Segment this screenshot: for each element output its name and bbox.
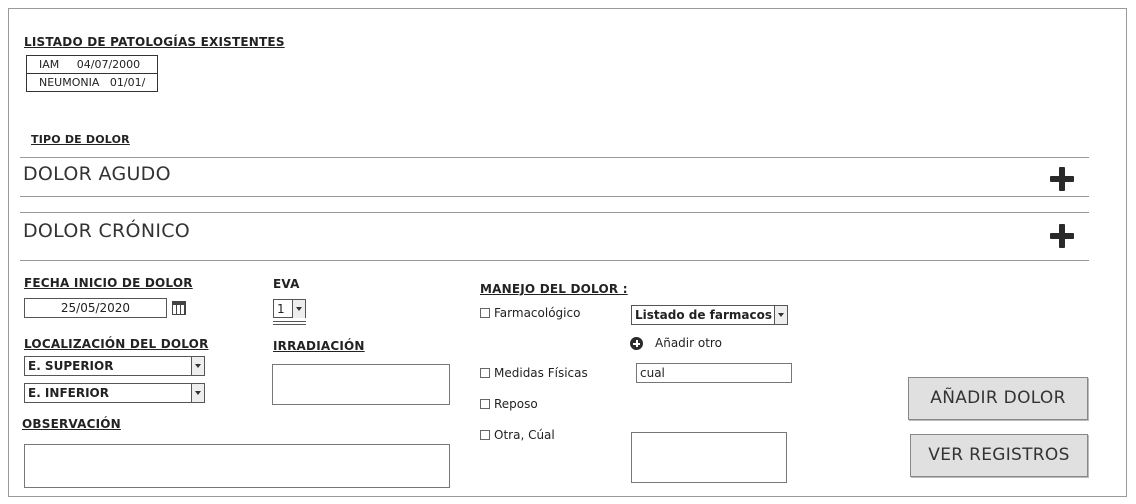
drug-list-value: Listado de farmacos — [635, 308, 772, 322]
checkbox-icon[interactable] — [480, 307, 490, 318]
observation-label: OBSERVACIÓN — [22, 417, 121, 431]
calendar-icon[interactable] — [172, 301, 186, 315]
checkbox-pharmacological[interactable]: Farmacológico — [480, 306, 580, 320]
add-pain-button[interactable]: AÑADIR DOLOR — [908, 377, 1088, 420]
start-date-field[interactable]: 25/05/2020 — [24, 298, 167, 318]
pathology-date: 04/07/2000 — [76, 58, 141, 71]
divider — [20, 157, 1089, 158]
management-label: MANEJO DEL DOLOR : — [480, 282, 628, 296]
chevron-down-icon[interactable] — [191, 357, 204, 375]
option-label: Reposo — [494, 397, 538, 411]
physical-measure-input[interactable]: cual — [636, 363, 792, 383]
pathology-name: NEUMONIA — [39, 76, 100, 89]
section-chronic-pain-label[interactable]: DOLOR CRÓNICO — [23, 220, 190, 242]
divider — [20, 260, 1089, 261]
other-textarea[interactable] — [631, 432, 787, 483]
location-value: E. INFERIOR — [28, 386, 109, 400]
pathology-name: IAM — [39, 58, 60, 71]
location-select-lower[interactable]: E. INFERIOR — [24, 383, 205, 403]
eva-underline — [273, 324, 306, 325]
observation-textarea[interactable] — [24, 444, 450, 488]
plus-icon[interactable] — [1050, 224, 1074, 248]
plus-icon[interactable] — [1050, 167, 1074, 191]
pain-type-title: TIPO DE DOLOR — [31, 133, 130, 146]
section-acute-pain-label[interactable]: DOLOR AGUDO — [23, 163, 171, 185]
location-label: LOCALIZACIÓN DEL DOLOR — [24, 337, 209, 351]
location-select-upper[interactable]: E. SUPERIOR — [24, 356, 205, 376]
checkbox-icon[interactable] — [480, 398, 490, 409]
view-records-button[interactable]: VER REGISTROS — [910, 434, 1088, 477]
checkbox-icon[interactable] — [480, 367, 490, 378]
divider — [20, 196, 1089, 197]
irradiation-textarea[interactable] — [272, 364, 450, 405]
chevron-down-icon[interactable] — [191, 384, 204, 402]
eva-value: 1 — [277, 302, 285, 316]
location-value: E. SUPERIOR — [28, 359, 114, 373]
main-panel — [8, 8, 1127, 497]
checkbox-physical[interactable]: Medidas Físicas — [480, 366, 588, 380]
drug-list-select[interactable]: Listado de farmacos — [631, 305, 788, 325]
add-circle-icon[interactable] — [630, 337, 643, 350]
option-label: Otra, Cúal — [494, 428, 555, 442]
checkbox-icon[interactable] — [480, 429, 490, 440]
irradiation-label: IRRADIACIÓN — [273, 339, 365, 353]
checkbox-rest[interactable]: Reposo — [480, 397, 538, 411]
table-row[interactable]: NEUMONIA 01/01/ — [26, 73, 158, 92]
pathologies-table: IAM 04/07/2000 NEUMONIA 01/01/ — [26, 55, 158, 92]
eva-label: EVA — [273, 277, 300, 291]
eva-underline — [273, 321, 306, 322]
add-other-link[interactable]: Añadir otro — [655, 336, 722, 350]
eva-select[interactable]: 1 — [273, 299, 306, 318]
table-row[interactable]: IAM 04/07/2000 — [26, 55, 158, 74]
divider — [20, 212, 1089, 213]
pathologies-title: LISTADO DE PATOLOGÍAS EXISTENTES — [24, 35, 285, 49]
checkbox-other[interactable]: Otra, Cúal — [480, 428, 555, 442]
option-label: Medidas Físicas — [494, 366, 588, 380]
chevron-down-icon[interactable] — [774, 306, 787, 324]
chevron-down-icon[interactable] — [292, 300, 305, 318]
start-date-label: FECHA INICIO DE DOLOR — [24, 276, 193, 290]
pathology-date: 01/01/ — [109, 76, 146, 89]
option-label: Farmacológico — [494, 306, 581, 320]
